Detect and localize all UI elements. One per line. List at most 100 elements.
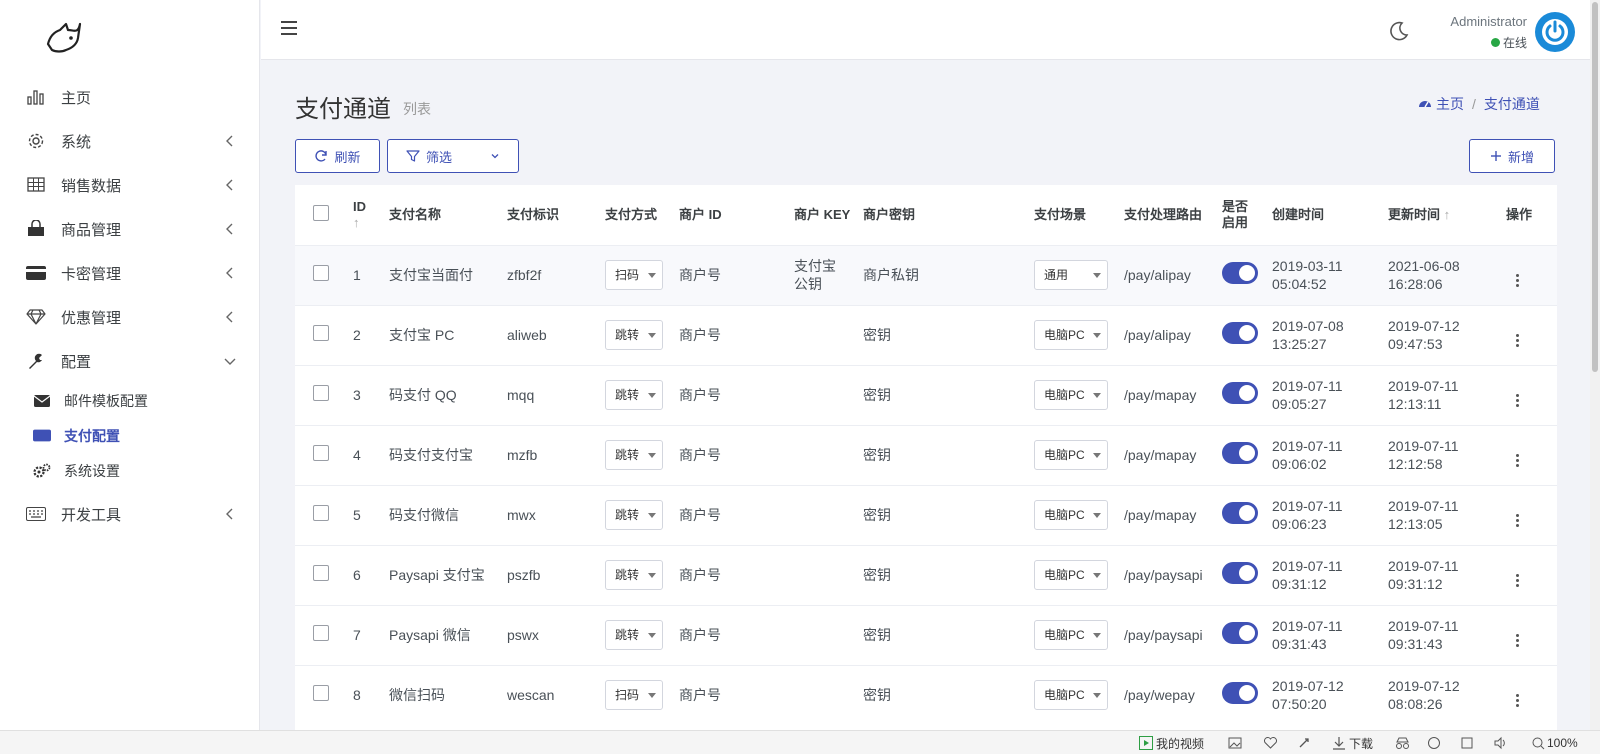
more-actions-icon[interactable] xyxy=(1516,394,1519,407)
sidebar-item-config[interactable]: 配置 xyxy=(0,339,260,383)
enabled-toggle[interactable] xyxy=(1222,262,1258,284)
scrollbar-thumb[interactable] xyxy=(1592,2,1598,372)
more-actions-icon[interactable] xyxy=(1516,274,1519,287)
more-actions-icon[interactable] xyxy=(1516,634,1519,647)
col-scene[interactable]: 支付场景 xyxy=(1034,185,1124,245)
user-name[interactable]: Administrator xyxy=(1437,14,1527,29)
sidebar-item-card-mgmt[interactable]: 卡密管理 xyxy=(0,251,260,295)
rocket-icon[interactable] xyxy=(1297,735,1311,751)
scene-select[interactable]: 电脑PC xyxy=(1034,320,1108,350)
col-merchant-id[interactable]: 商户 ID xyxy=(679,185,794,245)
caret-down-icon xyxy=(648,572,656,578)
col-code[interactable]: 支付标识 xyxy=(507,185,605,245)
speaker-icon[interactable] xyxy=(1493,735,1508,751)
col-created[interactable]: 创建时间 xyxy=(1272,185,1388,245)
sidebar-item-discount-mgmt[interactable]: 优惠管理 xyxy=(0,295,260,339)
more-actions-icon[interactable] xyxy=(1516,454,1519,467)
cell-merchant-key xyxy=(794,365,863,425)
sidebar-subitem-system-settings[interactable]: 系统设置 xyxy=(0,453,260,488)
my-video-button[interactable]: 我的视频 xyxy=(1139,735,1204,751)
filter-button[interactable]: 筛选 xyxy=(387,139,519,173)
row-checkbox[interactable] xyxy=(313,265,329,281)
table-row[interactable]: 1 支付宝当面付 zfbf2f 扫码 商户号 支付宝公钥 商户私钥 通用 /pa… xyxy=(295,245,1557,305)
sidebar-item-product-mgmt[interactable]: 商品管理 xyxy=(0,207,260,251)
col-merchant-secret[interactable]: 商户密钥 xyxy=(863,185,1034,245)
refresh-button[interactable]: 刷新 xyxy=(295,139,380,173)
table-row[interactable]: 5 码支付微信 mwx 跳转 商户号 密钥 电脑PC /pay/mapay 20… xyxy=(295,485,1557,545)
row-checkbox[interactable] xyxy=(313,505,329,521)
scene-select[interactable]: 电脑PC xyxy=(1034,380,1108,410)
window-icon[interactable] xyxy=(1460,735,1474,751)
col-method[interactable]: 支付方式 xyxy=(605,185,679,245)
dark-mode-moon-icon[interactable] xyxy=(1388,20,1410,42)
col-route[interactable]: 支付处理路由 xyxy=(1124,185,1222,245)
enabled-toggle[interactable] xyxy=(1222,562,1258,584)
add-button[interactable]: 新增 xyxy=(1469,139,1555,173)
scene-select[interactable]: 通用 xyxy=(1034,260,1108,290)
zoom-control[interactable]: 100% xyxy=(1532,735,1578,751)
table-row[interactable]: 4 码支付支付宝 mzfb 跳转 商户号 密钥 电脑PC /pay/mapay … xyxy=(295,425,1557,485)
scene-select[interactable]: 电脑PC xyxy=(1034,440,1108,470)
method-select[interactable]: 扫码 xyxy=(605,680,663,711)
method-select[interactable]: 扫码 xyxy=(605,260,663,290)
enabled-toggle[interactable] xyxy=(1222,322,1258,344)
more-actions-icon[interactable] xyxy=(1516,574,1519,587)
select-all-checkbox[interactable] xyxy=(313,204,329,221)
sidebar-item-sales-data[interactable]: 销售数据 xyxy=(0,163,260,207)
sidebar-item-system[interactable]: 系统 xyxy=(0,119,260,163)
col-merchant-key[interactable]: 商户 KEY xyxy=(794,185,863,245)
enabled-toggle[interactable] xyxy=(1222,502,1258,524)
enabled-toggle[interactable] xyxy=(1222,622,1258,644)
table-row[interactable]: 3 码支付 QQ mqq 跳转 商户号 密钥 电脑PC /pay/mapay 2… xyxy=(295,365,1557,425)
caret-down-icon xyxy=(1093,572,1101,578)
breadcrumb-current: 支付通道 xyxy=(1483,96,1540,112)
download-button[interactable]: 下载 xyxy=(1332,735,1373,751)
row-checkbox[interactable] xyxy=(313,325,329,341)
row-checkbox[interactable] xyxy=(313,385,329,401)
table-row[interactable]: 6 Paysapi 支付宝 pszfb 跳转 商户号 密钥 电脑PC /pay/… xyxy=(295,545,1557,605)
scene-select[interactable]: 电脑PC xyxy=(1034,500,1108,530)
table-row[interactable]: 7 Paysapi 微信 pswx 跳转 商户号 密钥 电脑PC /pay/pa… xyxy=(295,605,1557,665)
page-scrollbar[interactable] xyxy=(1590,0,1600,730)
col-enabled[interactable]: 是否 启用 xyxy=(1222,185,1272,245)
refresh-circle-icon[interactable] xyxy=(1427,735,1441,751)
method-select[interactable]: 跳转 xyxy=(605,620,663,650)
row-checkbox[interactable] xyxy=(313,445,329,461)
scene-select[interactable]: 电脑PC xyxy=(1034,680,1108,711)
cell-merchant-secret: 密钥 xyxy=(863,327,891,343)
more-actions-icon[interactable] xyxy=(1516,514,1519,527)
row-checkbox[interactable] xyxy=(313,565,329,581)
sidebar-subitem-payment-config[interactable]: VISA 支付配置 xyxy=(0,418,260,453)
method-select[interactable]: 跳转 xyxy=(605,560,663,590)
enabled-toggle[interactable] xyxy=(1222,442,1258,464)
row-checkbox[interactable] xyxy=(313,685,329,702)
more-actions-icon[interactable] xyxy=(1516,334,1519,347)
table-row[interactable]: 8 微信扫码 wescan 扫码 商户号 密钥 电脑PC /pay/wepay … xyxy=(295,665,1557,725)
more-actions-icon[interactable] xyxy=(1516,694,1519,708)
user-status: 在线 xyxy=(1451,34,1527,51)
enabled-toggle[interactable] xyxy=(1222,382,1258,404)
scene-select[interactable]: 电脑PC xyxy=(1034,620,1108,650)
table-row[interactable]: 2 支付宝 PC aliweb 跳转 商户号 密钥 电脑PC /pay/alip… xyxy=(295,305,1557,365)
row-checkbox[interactable] xyxy=(313,625,329,641)
method-select[interactable]: 跳转 xyxy=(605,440,663,470)
enabled-toggle[interactable] xyxy=(1222,682,1258,705)
scene-select[interactable]: 电脑PC xyxy=(1034,560,1108,590)
unicorn-logo-icon[interactable] xyxy=(44,18,84,58)
sidebar-subitem-mail-template[interactable]: 邮件模板配置 xyxy=(0,383,260,418)
method-select[interactable]: 跳转 xyxy=(605,320,663,350)
sidebar-item-dev-tools[interactable]: 开发工具 xyxy=(0,492,260,536)
sidebar-item-home[interactable]: 主页 xyxy=(0,75,260,119)
incognito-icon[interactable] xyxy=(1395,735,1410,751)
image-icon[interactable] xyxy=(1228,735,1242,751)
col-name[interactable]: 支付名称 xyxy=(389,185,507,245)
heart-pulse-icon[interactable] xyxy=(1263,735,1278,751)
col-id[interactable]: ID ↑ xyxy=(353,185,389,245)
method-select[interactable]: 跳转 xyxy=(605,500,663,530)
hamburger-menu-icon[interactable] xyxy=(281,20,299,36)
col-updated[interactable]: 更新时间 ↑ xyxy=(1388,185,1506,245)
method-select[interactable]: 跳转 xyxy=(605,380,663,410)
cogs-icon xyxy=(33,462,51,480)
avatar[interactable] xyxy=(1535,12,1575,52)
breadcrumb-home[interactable]: 主页 xyxy=(1418,94,1464,114)
